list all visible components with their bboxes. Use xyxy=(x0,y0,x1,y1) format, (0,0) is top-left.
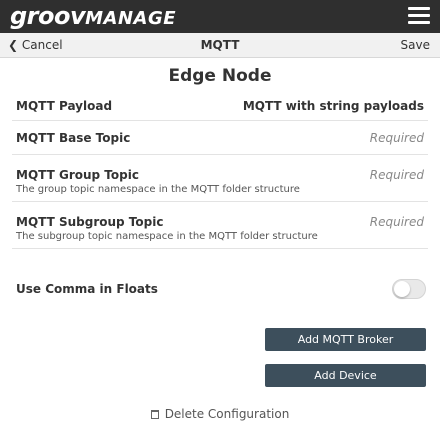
field-hint: The group topic namespace in the MQTT fo… xyxy=(16,184,300,195)
field-label: MQTT Group Topic xyxy=(16,168,139,182)
divider xyxy=(12,154,428,155)
page-title: MQTT xyxy=(200,38,240,52)
divider xyxy=(12,120,428,121)
mqtt-payload-field[interactable]: MQTT Payload MQTT with string payloads xyxy=(16,99,424,113)
hamburger-menu-icon[interactable] xyxy=(408,7,430,25)
mqtt-group-topic-field[interactable]: MQTT Group Topic Required The group topi… xyxy=(16,168,424,195)
mqtt-subgroup-topic-field[interactable]: MQTT Subgroup Topic Required The subgrou… xyxy=(16,215,424,242)
save-button[interactable]: Save xyxy=(401,38,430,52)
logo-sub-text: MANAGE xyxy=(85,8,177,29)
field-hint: The subgroup topic namespace in the MQTT… xyxy=(16,231,318,242)
field-value[interactable]: Required xyxy=(370,131,424,145)
use-comma-row: Use Comma in Floats xyxy=(16,282,424,296)
section-heading: Edge Node xyxy=(168,66,272,86)
use-comma-label: Use Comma in Floats xyxy=(16,282,158,296)
mqtt-base-topic-field[interactable]: MQTT Base Topic Required xyxy=(16,131,424,145)
add-device-button[interactable]: Add Device xyxy=(265,364,426,387)
add-mqtt-broker-button[interactable]: Add MQTT Broker xyxy=(265,328,426,351)
divider xyxy=(12,201,428,202)
top-bar: groovMANAGE xyxy=(0,0,440,33)
groov-manage-logo: groovMANAGE xyxy=(10,2,176,30)
use-comma-toggle[interactable] xyxy=(392,279,426,299)
trash-icon xyxy=(150,410,159,419)
navigation-bar: ❮ Cancel MQTT Save xyxy=(0,33,440,58)
divider xyxy=(12,248,428,249)
field-value[interactable]: Required xyxy=(370,168,424,182)
field-value[interactable]: Required xyxy=(370,215,424,229)
field-label: MQTT Subgroup Topic xyxy=(16,215,164,229)
delete-label: Delete Configuration xyxy=(164,407,290,421)
toggle-knob xyxy=(394,281,410,297)
logo-main-text: groov xyxy=(10,2,86,30)
field-value[interactable]: MQTT with string payloads xyxy=(243,99,424,113)
delete-configuration-button[interactable]: Delete Configuration xyxy=(0,407,440,421)
field-label: MQTT Base Topic xyxy=(16,131,131,145)
